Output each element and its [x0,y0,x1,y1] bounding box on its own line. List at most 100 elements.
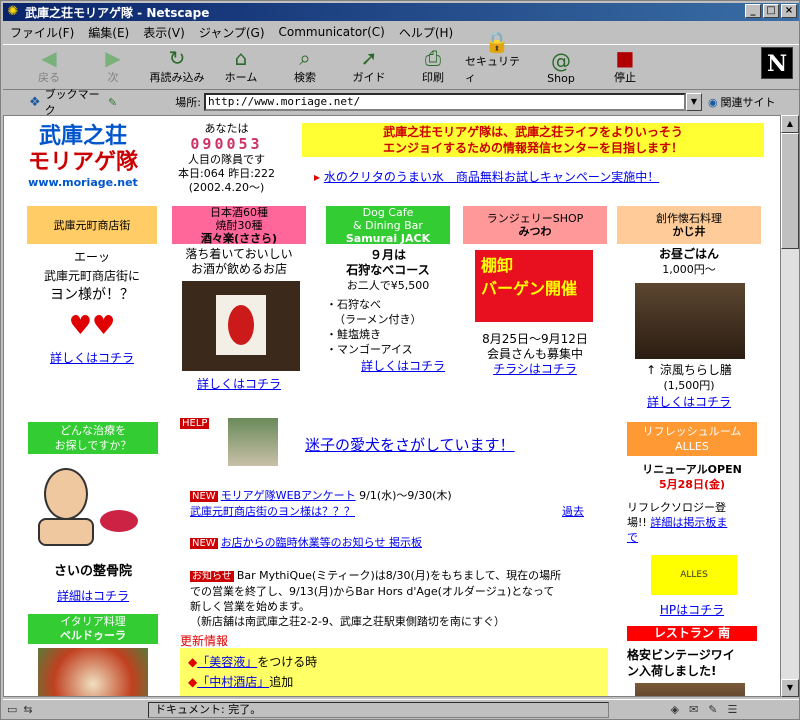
newsgroups-icon[interactable]: ☰ [728,703,738,716]
back-icon: ◀ [41,46,57,70]
alles-logo-image: ALLES [651,555,737,595]
reload-button[interactable]: ↻ 再読み込み [145,45,209,89]
shop2-details-link[interactable]: 詳しくはコチラ [172,377,306,392]
window-title: 武庫之荘モリアゲ隊 - Netscape [25,5,210,20]
related-sites-button[interactable]: ◉ 関連サイト [708,94,776,110]
shop-samurai-jack: Dog Cafe & Dining Bar Samurai JACK ９月は 石狩な… [326,206,450,374]
maximize-button[interactable]: □ [763,4,779,18]
seikotsuin-details-link[interactable]: 詳細はコチラ [28,587,158,604]
menu-bar: ファイル(F) 編集(E) 表示(V) ジャンプ(G) Communicator… [3,22,799,42]
print-button[interactable]: ⎙ 印刷 [401,45,465,89]
connection-icon[interactable]: ⇆ [23,703,32,716]
yonsama-link[interactable]: 武庫元町商店街のヨン様は？？？ [190,503,355,519]
survey-link[interactable]: モリアゲ隊WEBアンケート [221,489,356,502]
lost-dog-image [228,418,278,466]
seikotsuin-mascot-image [38,462,138,550]
shop3-details-link[interactable]: 詳しくはコチラ [326,359,450,374]
menu-view[interactable]: 表示(V) [136,24,192,41]
kajii-lunch-image [635,283,745,359]
netscape-logo[interactable]: N [761,47,793,79]
scroll-thumb[interactable] [781,133,799,249]
course-items: ・石狩なべ （ラーメン付き） ・鮭塩焼き ・マンゴーアイス [326,298,422,356]
lost-dog-link[interactable]: 迷子の愛犬をさがしています！ [305,434,515,455]
mail-icon[interactable]: ✉ [689,703,698,716]
scroll-up-button[interactable]: ▲ [781,115,799,133]
search-icon: ⌕ [299,46,311,70]
search-button[interactable]: ⌕ 検索 [273,45,337,89]
composer-icon[interactable]: ✎ [708,703,717,716]
diamond-icon: ◆ [188,675,198,689]
scroll-down-button[interactable]: ▼ [781,679,799,697]
back-button[interactable]: ◀ 戻る [17,45,81,89]
home-button[interactable]: ⌂ ホーム [209,45,273,89]
navigation-toolbar: ◀ 戻る ▶ 次 ↻ 再読み込み ⌂ ホーム ⌕ 検索 ➚ ガイド ⎙ 印刷 🔒 セキュリティ … [3,31,799,90]
minimize-button[interactable]: _ [745,4,761,18]
center-column: HELP 迷子の愛犬をさがしています！ NEW モリアゲ隊WEBアンケート 9/1… [180,418,630,696]
page-proxy-icon[interactable]: ✎ [108,96,117,109]
wine-image [635,683,745,696]
lock-icon: 🔒 [484,30,510,54]
location-label: 場所: [175,96,201,109]
notice-block: お知らせ Bar MythiQue(ミティーク)は8/30(月)をもちまして、現在… [190,569,562,628]
menu-go[interactable]: ジャンプ(G) [192,24,272,41]
security-status-icon[interactable]: ▭ [7,703,17,716]
shop4-flyer-link[interactable]: チラシはコチラ [463,362,607,377]
update-link-1[interactable]: 「美容液」 [197,655,257,669]
page-content: 武庫之荘 モリアゲ隊 www.moriage.net あなたは 090053 人… [3,115,781,697]
bargain-sale-banner[interactable]: 棚卸 バーゲン開催 [475,250,593,322]
reload-icon: ↻ [168,46,186,70]
right-column: リフレッシュルーム ALLES リニューアルOPEN 5月28日(金) リフレクソ… [627,422,757,696]
forward-button[interactable]: ▶ 次 [81,45,145,89]
alles-details-link[interactable]: 詳細は掲示板ま [650,516,727,529]
site-banner: 武庫之荘モリアゲ隊は、武庫之荘ライフをよりいっそう エンジョイするための情報発信… [302,123,764,157]
component-bar-icon[interactable]: ◈ [671,703,679,716]
shop-button[interactable]: @ Shop [529,45,593,89]
help-badge: HELP [180,418,210,429]
netscape-app-icon: ✺ [7,4,19,19]
news-item-1: NEW モリアゲ隊WEBアンケート 9/1(水)〜9/30(木) [190,489,452,502]
menu-communicator[interactable]: Communicator(C) [272,25,392,39]
home-icon: ⌂ [234,46,248,70]
update-link-2[interactable]: 「中村酒店」 [197,675,269,689]
shop-sasara: 日本酒60種 焼酎30種 酒々楽(ささら) 落ち着いておいしい お酒が飲めるお店 詳… [172,206,306,392]
vertical-scrollbar[interactable]: ▲ ▼ [781,115,799,697]
menu-file[interactable]: ファイル(F) [3,24,81,41]
title-bar: ✺ 武庫之荘モリアゲ隊 - Netscape _ □ × [3,3,799,21]
site-logo[interactable]: 武庫之荘 モリアゲ隊 www.moriage.net [18,124,148,194]
alles-hp-link[interactable]: HPはコチラ [627,603,757,618]
past-news-link[interactable]: 過去 [562,503,584,519]
restaurant-minami-header: レストラン 南 [627,626,757,641]
shop-kajii: 創作懐石料理 かじ井 お昼ごはん 1,000円〜 ↑ 涼風ちらし膳 (1,500円… [617,206,761,410]
menu-edit[interactable]: 編集(E) [81,24,136,41]
guide-icon: ➚ [360,46,378,70]
print-icon: ⎙ [425,46,441,70]
menu-help[interactable]: ヘルプ(H) [392,24,460,41]
arrow-icon: ▸ [314,170,324,184]
related-icon: ◉ [707,95,718,109]
alles-header: リフレッシュルーム ALLES [627,422,757,456]
visitor-counter: あなたは 090053 人目の隊員です 本日:064 昨日:222 (2002.… [178,122,275,194]
update-info-title: 更新情報 [180,634,229,648]
guide-button[interactable]: ➚ ガイド [337,45,401,89]
stop-icon: ■ [615,46,635,70]
shop1-details-link[interactable]: 詳しくはコチラ [27,349,157,368]
shop-mukomotomachi: 武庫元町商店街 エーッ 武庫元町商店街に ヨン様が！？ ♥♥ 詳しくはコチラ [27,206,157,368]
bookmarks-button[interactable]: ❖ ブックマーク [3,86,108,118]
security-button[interactable]: 🔒 セキュリティ [465,31,529,89]
campaign-link[interactable]: ▸ 水のクリタのうまい水 商品無料お試しキャンペーン実施中！ [314,168,659,185]
location-bar: ❖ ブックマーク ✎ 場所: http://www.moriage.net/ ▼ … [3,88,799,117]
shop5-details-link[interactable]: 詳しくはコチラ [617,395,761,410]
url-history-dropdown[interactable]: ▼ [685,93,702,111]
url-input[interactable]: http://www.moriage.net/ [203,93,686,111]
bookmark-icon: ❖ [29,94,41,110]
stop-button[interactable]: ■ 停止 [593,45,657,89]
forward-icon: ▶ [105,46,121,70]
italian-header: イタリア料理 ベルドゥーラ [28,614,158,644]
status-bar: ▭ ⇆ ドキュメント: 完了。 ◈ ✉ ✎ ☰ [3,699,799,719]
closure-board-link[interactable]: お店からの臨時休業等のお知らせ 掲示板 [221,536,422,549]
close-button[interactable]: × [781,4,797,18]
news-item-2: NEW お店からの臨時休業等のお知らせ 掲示板 [190,536,422,549]
status-message: ドキュメント: 完了。 [148,701,609,718]
left-column: どんな治療を お探しですか？ さいの整骨院 詳細はコチラ イタリア料理 ベルドゥーラ [28,422,158,696]
shop-icon: @ [551,49,571,73]
